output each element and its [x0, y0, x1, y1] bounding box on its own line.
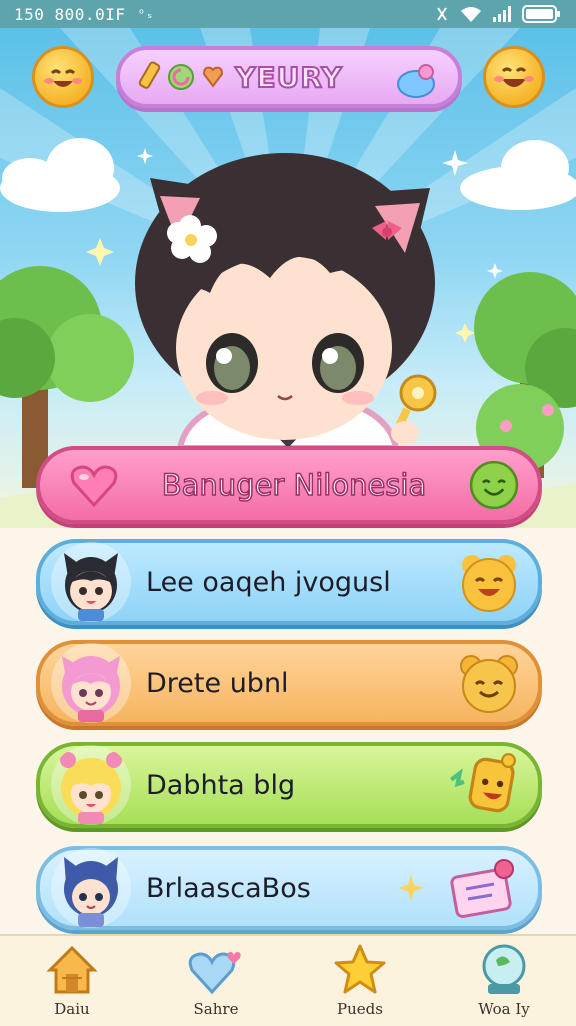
- title-banner: YEURY: [116, 46, 462, 108]
- right-smiley-button[interactable]: [483, 46, 545, 108]
- yellow-bear-smiley-icon: [462, 555, 516, 612]
- happy-block-icon: [449, 753, 516, 813]
- house-icon: [46, 945, 98, 994]
- nav-label-rewards: Pueds: [337, 1000, 383, 1018]
- menu-item-1-label: Lee oaqeh jvogusl: [146, 566, 391, 598]
- smiley-icon: [44, 69, 82, 87]
- primary-menu-label: Banuger Nilonesia: [161, 467, 427, 503]
- status-glyph: ᵒₛ: [137, 6, 155, 22]
- menu-item-2-label: Drete ubnl: [146, 667, 289, 699]
- pencil-icon: [138, 61, 161, 89]
- heart-icon: [70, 465, 118, 508]
- sparkle-icon: [398, 875, 424, 901]
- menu-item-3-label: Dabhta blg: [146, 769, 296, 801]
- wifi-icon: [460, 6, 482, 22]
- main-character: [135, 153, 437, 451]
- menu-item-3[interactable]: Dabhta blg: [36, 742, 542, 828]
- bottom-navigation: Daiu Sahre Pueds Woa Iy: [0, 934, 576, 1026]
- heart-key-icon: [202, 66, 224, 88]
- globe-icon: [482, 944, 526, 994]
- vibrate-icon: [434, 6, 450, 22]
- grin-icon: [494, 67, 534, 87]
- swirl-icon: [168, 64, 194, 90]
- cloud-gem-icon: [397, 64, 435, 98]
- primary-menu-button[interactable]: Banuger Nilonesia: [36, 446, 542, 524]
- letter-card-icon: [450, 859, 514, 918]
- left-smiley-button[interactable]: [32, 46, 94, 108]
- menu-item-1[interactable]: Lee oaqeh jvogusl: [36, 539, 542, 625]
- game-title: YEURY: [234, 60, 343, 95]
- status-bar-text: 150 800.0IF: [14, 4, 126, 24]
- status-bar: 150 800.0IF ᵒₛ: [0, 0, 576, 28]
- menu-item-4[interactable]: BrlaascaBos: [36, 846, 542, 930]
- nav-label-home: Daiu: [54, 1000, 90, 1018]
- black-haired-cat-ear-character-portrait: [51, 542, 131, 622]
- menu-item-2[interactable]: Drete ubnl: [36, 640, 542, 726]
- blue-cat-character-portrait: [51, 848, 131, 928]
- hearts-icon: [188, 952, 241, 995]
- nav-item-share[interactable]: Sahre: [156, 936, 276, 1018]
- star-icon: [334, 944, 386, 994]
- bear-face-icon: [460, 655, 518, 713]
- green-smiley-icon: [469, 460, 519, 510]
- nav-label-world: Woa Iy: [478, 1000, 530, 1018]
- nav-label-share: Sahre: [193, 1000, 239, 1018]
- signal-icon: [492, 6, 512, 22]
- pink-haired-character-portrait: [51, 643, 131, 723]
- battery-icon: [522, 4, 562, 24]
- menu-item-4-label: BrlaascaBos: [146, 872, 311, 904]
- nav-item-rewards[interactable]: Pueds: [300, 936, 420, 1018]
- blonde-haired-character-portrait: [51, 745, 131, 825]
- nav-item-world[interactable]: Woa Iy: [444, 936, 564, 1018]
- nav-item-home[interactable]: Daiu: [12, 936, 132, 1018]
